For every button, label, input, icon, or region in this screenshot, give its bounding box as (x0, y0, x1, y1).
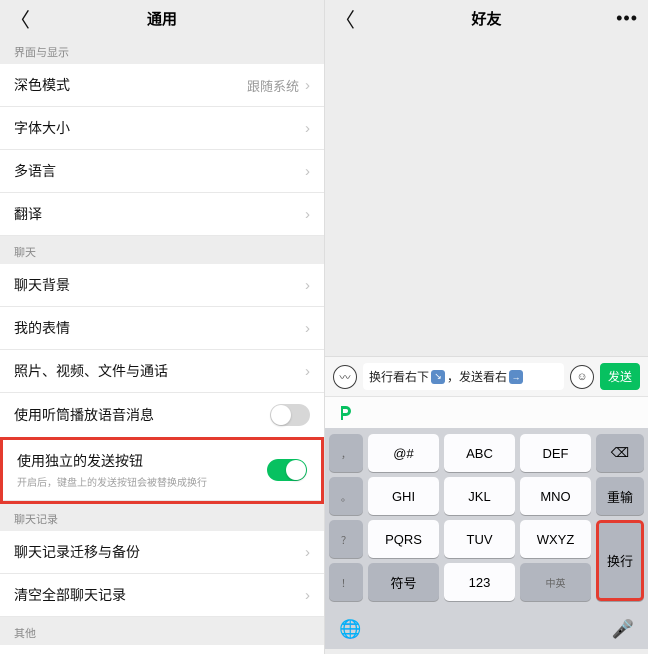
row-storage[interactable]: 存储空间 › (0, 645, 324, 654)
smile-icon: ☺ (576, 371, 587, 383)
navbar-general: 〈 通用 (0, 0, 324, 36)
keyboard-bottom-bar: 🌐 🎤 (325, 609, 648, 649)
highlight-send-button-row: 使用独立的发送按钮 开启后，键盘上的发送按钮会被替换成换行 (0, 437, 324, 504)
section-other: 其他 (0, 617, 324, 645)
chat-input-bar: 〰 换行看右下 ↘ ，发送看右 → ☺ 发送 (325, 356, 648, 396)
more-icon: ••• (616, 8, 638, 29)
key-def[interactable]: DEF (520, 434, 591, 472)
message-input[interactable]: 换行看右下 ↘ ，发送看右 → (363, 363, 564, 390)
key-exclaim[interactable]: ！ (329, 563, 363, 601)
msg-text-pre: 换行看右下 (369, 368, 429, 385)
row-label: 深色模式 (14, 75, 70, 95)
sound-wave-icon: 〰 (340, 369, 351, 385)
row-language[interactable]: 多语言 › (0, 150, 324, 193)
keyboard: ， @# ABC DEF ⌫ 。 GHI JKL MNO 重输 ？ PQRS T… (325, 428, 648, 609)
row-label: 清空全部聊天记录 (14, 585, 126, 605)
row-label: 字体大小 (14, 118, 70, 138)
key-123[interactable]: 123 (444, 563, 515, 601)
row-label: 使用独立的发送按钮 (17, 451, 207, 471)
key-pqrs[interactable]: PQRS (368, 520, 439, 558)
send-button[interactable]: 发送 (600, 363, 640, 390)
row-label: 聊天背景 (14, 275, 70, 295)
key-retype[interactable]: 重输 (596, 477, 644, 515)
row-media[interactable]: 照片、视频、文件与通话 › (0, 350, 324, 393)
chevron-left-icon: 〈 (10, 4, 30, 33)
key-newline[interactable]: 换行 (596, 520, 644, 601)
arrow-down-right-icon: ↘ (431, 370, 445, 384)
globe-button[interactable]: 🌐 (339, 619, 361, 640)
row-label: 聊天记录迁移与备份 (14, 542, 140, 562)
row-translate[interactable]: 翻译 › (0, 193, 324, 236)
navbar-chat: 〈 好友 ••• (325, 0, 648, 36)
back-button[interactable]: 〈 (335, 4, 365, 33)
ime-logo-icon[interactable] (335, 403, 355, 423)
page-title: 通用 (40, 8, 284, 29)
row-label: 使用听筒播放语音消息 (14, 405, 154, 425)
key-ghi[interactable]: GHI (368, 477, 439, 515)
key-tuv[interactable]: TUV (444, 520, 515, 558)
chat-panel: 〈 好友 ••• 〰 换行看右下 ↘ ，发送看右 → ☺ 发送 ， @# ABC… (324, 0, 648, 654)
row-label: 多语言 (14, 161, 56, 181)
row-label: 翻译 (14, 204, 42, 224)
chevron-right-icon: › (305, 206, 310, 223)
msg-text-mid: ，发送看右 (447, 368, 507, 385)
key-wxyz[interactable]: WXYZ (520, 520, 591, 558)
settings-panel: 〈 通用 界面与显示 深色模式 跟随系统› 字体大小 › 多语言 › 翻译 › … (0, 0, 324, 654)
chevron-right-icon: › (305, 77, 310, 94)
row-sublabel: 开启后，键盘上的发送按钮会被替换成换行 (17, 474, 207, 489)
key-symbol[interactable]: 符号 (368, 563, 439, 601)
chevron-right-icon: › (305, 277, 310, 294)
voice-input-button[interactable]: 〰 (333, 365, 357, 389)
more-button[interactable]: ••• (608, 8, 638, 29)
chevron-right-icon: › (305, 163, 310, 180)
row-label: 我的表情 (14, 318, 70, 338)
backspace-icon: ⌫ (611, 445, 629, 461)
arrow-right-icon: → (509, 370, 523, 384)
chat-messages[interactable] (325, 36, 648, 356)
row-label: 照片、视频、文件与通话 (14, 361, 168, 381)
chevron-right-icon: › (305, 544, 310, 561)
row-clear[interactable]: 清空全部聊天记录 › (0, 574, 324, 617)
row-chat-bg[interactable]: 聊天背景 › (0, 264, 324, 307)
row-send-button[interactable]: 使用独立的发送按钮 开启后，键盘上的发送按钮会被替换成换行 (3, 440, 321, 501)
toggle-earpiece[interactable] (270, 404, 310, 426)
section-chat: 聊天 (0, 236, 324, 264)
key-jkl[interactable]: JKL (444, 477, 515, 515)
row-font-size[interactable]: 字体大小 › (0, 107, 324, 150)
key-abc[interactable]: ABC (444, 434, 515, 472)
key-question[interactable]: ？ (329, 520, 363, 558)
row-stickers[interactable]: 我的表情 › (0, 307, 324, 350)
keyboard-suggestion-bar[interactable] (325, 396, 648, 428)
key-period[interactable]: 。 (329, 477, 363, 515)
chat-title: 好友 (365, 8, 608, 29)
back-button[interactable]: 〈 (10, 4, 40, 33)
row-migrate[interactable]: 聊天记录迁移与备份 › (0, 531, 324, 574)
key-comma[interactable]: ， (329, 434, 363, 472)
key-backspace[interactable]: ⌫ (596, 434, 644, 472)
row-dark-mode[interactable]: 深色模式 跟随系统 › (0, 64, 324, 107)
chevron-right-icon: › (305, 587, 310, 604)
section-history: 聊天记录 (0, 503, 324, 531)
emoji-button[interactable]: ☺ (570, 365, 594, 389)
chevron-right-icon: › (305, 320, 310, 337)
chevron-right-icon: › (305, 363, 310, 380)
toggle-send-button[interactable] (267, 459, 307, 481)
key-cn-en[interactable]: 中英 (520, 563, 591, 601)
key-mno[interactable]: MNO (520, 477, 591, 515)
row-value: 跟随系统 (247, 76, 299, 95)
key-at[interactable]: @# (368, 434, 439, 472)
chevron-left-icon: 〈 (335, 4, 355, 33)
row-earpiece[interactable]: 使用听筒播放语音消息 (0, 393, 324, 438)
section-display: 界面与显示 (0, 36, 324, 64)
chevron-right-icon: › (305, 120, 310, 137)
mic-button[interactable]: 🎤 (612, 619, 634, 640)
